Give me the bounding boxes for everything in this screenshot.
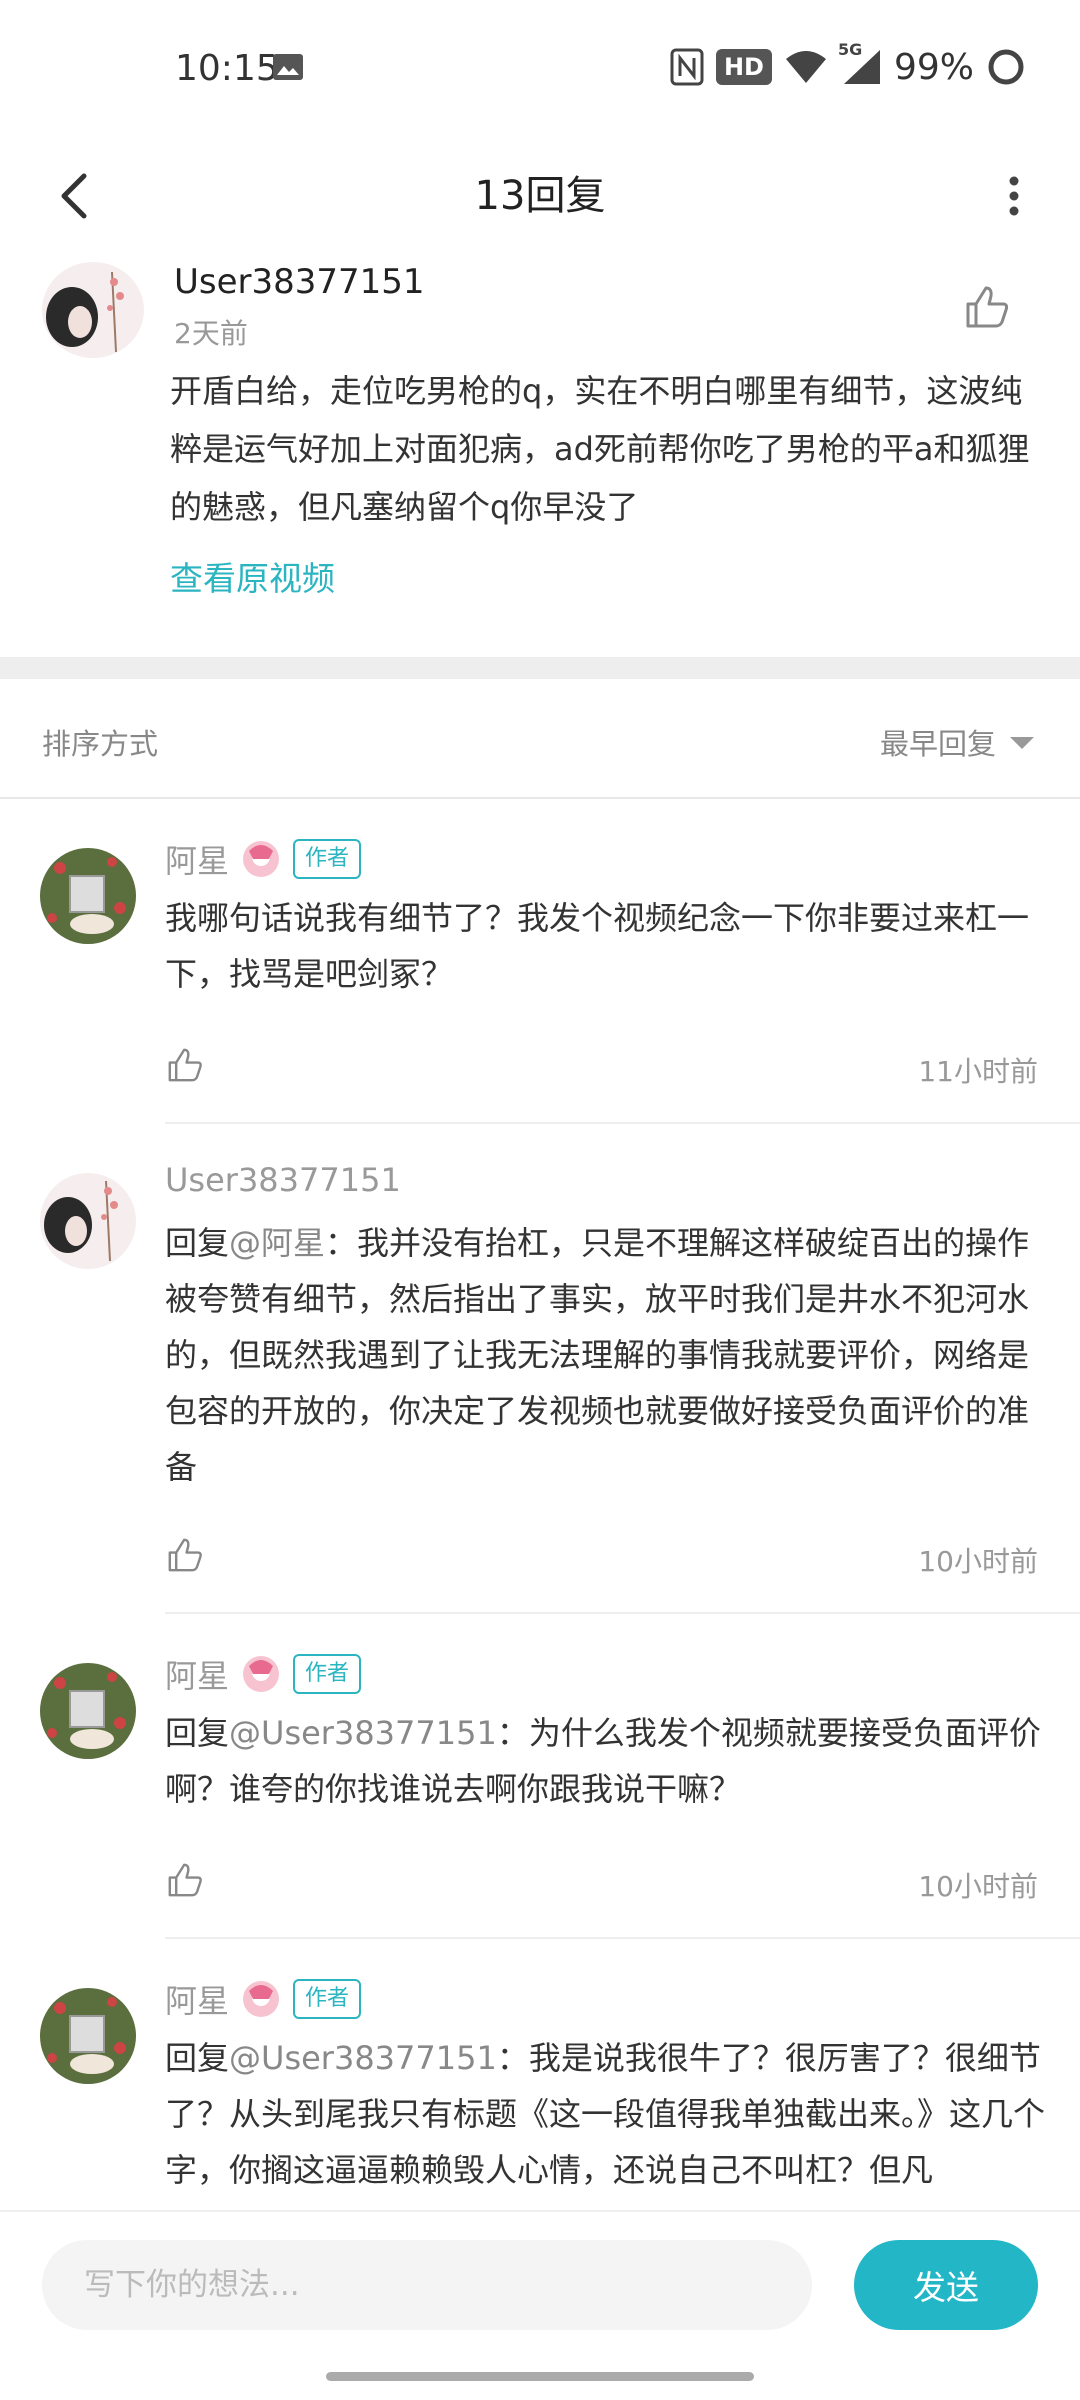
- wifi-icon: [785, 51, 826, 83]
- comment-time: 2天前: [174, 317, 248, 350]
- avatar-image: [40, 1663, 136, 1759]
- avatar-image: [42, 262, 144, 358]
- nfc-icon: [670, 48, 704, 86]
- reply-item: 阿星 作者 回复@User38377151：为什么我发个视频就要接受负面评价啊？…: [0, 1615, 1080, 1940]
- reply-mention[interactable]: @User38377151: [229, 2039, 497, 2077]
- comment-text: 开盾白给，走位吃男枪的q，实在不明白哪里有细节，这波纯粹是运气好加上对面犯病，a…: [170, 372, 1030, 526]
- avatar[interactable]: [40, 1173, 136, 1269]
- thumbs-up-icon[interactable]: [165, 1860, 205, 1900]
- status-icons: HD 5G 99%: [670, 40, 1026, 90]
- reply-username[interactable]: User38377151: [165, 1161, 401, 1199]
- section-divider: [0, 657, 1080, 679]
- reply-prefix: 回复: [165, 1714, 230, 1752]
- reply-time: 10小时前: [918, 1870, 1038, 1903]
- avatar-image: [40, 848, 136, 944]
- reply-time: 11小时前: [918, 1055, 1038, 1088]
- network-label: 5G: [837, 40, 863, 59]
- divider: [165, 1122, 1080, 1124]
- reply-text: 回复@阿星：我并没有抬杠，只是不理解这样破绽百出的操作被夸赞有细节，然后指出了事…: [165, 1215, 1045, 1495]
- anime-badge-icon: [243, 841, 280, 877]
- comment-input-wrapper: [42, 2240, 812, 2330]
- reply-item: 阿星 作者 我哪句话说我有细节了？我发个视频纪念一下你非要过来杠一下，找骂是吧剑…: [0, 800, 1080, 1125]
- image-icon: [273, 54, 303, 80]
- comment-username[interactable]: User38377151: [174, 262, 425, 302]
- sort-label: 排序方式: [42, 727, 159, 761]
- avatar-image: [40, 1988, 136, 2084]
- anime-badge-icon: [243, 1981, 280, 2017]
- send-button[interactable]: 发送: [854, 2240, 1038, 2330]
- reply-prefix: 回复: [165, 2039, 230, 2077]
- comment-composer: 发送: [0, 2210, 1080, 2357]
- thumbs-up-icon[interactable]: [165, 1045, 205, 1085]
- thumbs-up-icon[interactable]: [165, 1535, 205, 1575]
- author-badge: 作者: [293, 839, 362, 879]
- avatar[interactable]: [40, 848, 136, 944]
- reply-username-row: 阿星 作者: [165, 1976, 362, 2022]
- reply-item: 阿星 作者 回复@User38377151：我是说我很牛了？很厉害了？很细节了？…: [0, 1940, 1080, 2210]
- caret-down-icon[interactable]: [1010, 737, 1034, 749]
- reply-username[interactable]: 阿星: [165, 1976, 229, 2022]
- view-original-video-link[interactable]: 查看原视频: [170, 552, 335, 600]
- reply-mention[interactable]: @阿星: [229, 1224, 325, 1262]
- reply-username[interactable]: 阿星: [165, 836, 229, 882]
- comment-input[interactable]: [42, 2240, 812, 2330]
- hd-icon: HD: [715, 49, 772, 85]
- author-badge: 作者: [293, 1979, 362, 2019]
- reply-mention[interactable]: @User38377151: [229, 1714, 497, 1752]
- sort-dropdown[interactable]: 最早回复: [880, 721, 996, 763]
- anime-badge-icon: [243, 1656, 280, 1692]
- thumbs-up-icon[interactable]: [962, 282, 1012, 332]
- avatar[interactable]: [40, 1663, 136, 1759]
- battery-ring-icon: [988, 49, 1024, 85]
- title-bar: 13回复: [0, 130, 1080, 264]
- reply-body: ：我并没有抬杠，只是不理解这样破绽百出的操作被夸赞有细节，然后指出了事实，放平时…: [165, 1224, 1030, 1486]
- main-comment: User38377151 2天前 开盾白给，走位吃男枪的q，实在不明白哪里有细节…: [0, 262, 1080, 657]
- reply-text: 我哪句话说我有细节了？我发个视频纪念一下你非要过来杠一下，找骂是吧剑冢？: [165, 899, 1030, 993]
- avatar[interactable]: [42, 262, 144, 358]
- more-options-button[interactable]: [978, 160, 1050, 232]
- reply-text: 回复@User38377151：我是说我很牛了？很厉害了？很细节了？从头到尾我只…: [165, 2030, 1045, 2198]
- reply-item: User38377151 回复@阿星：我并没有抬杠，只是不理解这样破绽百出的操作…: [0, 1125, 1080, 1615]
- reply-username-row: User38377151: [165, 1161, 401, 1199]
- divider: [165, 1612, 1080, 1614]
- reply-prefix: 回复: [165, 1224, 230, 1262]
- avatar[interactable]: [40, 1988, 136, 2084]
- reply-time: 10小时前: [918, 1545, 1038, 1578]
- sort-row: 排序方式 最早回复: [0, 679, 1080, 799]
- status-time: 10:15: [175, 48, 279, 89]
- page-title: 13回复: [474, 173, 606, 219]
- author-badge: 作者: [293, 1654, 362, 1694]
- battery-percent: 99%: [893, 46, 974, 88]
- reply-username-row: 阿星 作者: [165, 836, 362, 882]
- reply-username-row: 阿星 作者: [165, 1651, 362, 1697]
- home-indicator[interactable]: [326, 2372, 754, 2381]
- reply-text: 回复@User38377151：为什么我发个视频就要接受负面评价啊？谁夸的你找谁…: [165, 1705, 1045, 1817]
- status-bar: 10:15 HD 5G 99%: [0, 0, 1080, 130]
- divider: [165, 1937, 1080, 1939]
- avatar-image: [40, 1173, 136, 1269]
- 5g-signal-icon: 5G: [838, 40, 882, 86]
- reply-username[interactable]: 阿星: [165, 1651, 229, 1697]
- vertical-dots-icon: [1009, 176, 1019, 216]
